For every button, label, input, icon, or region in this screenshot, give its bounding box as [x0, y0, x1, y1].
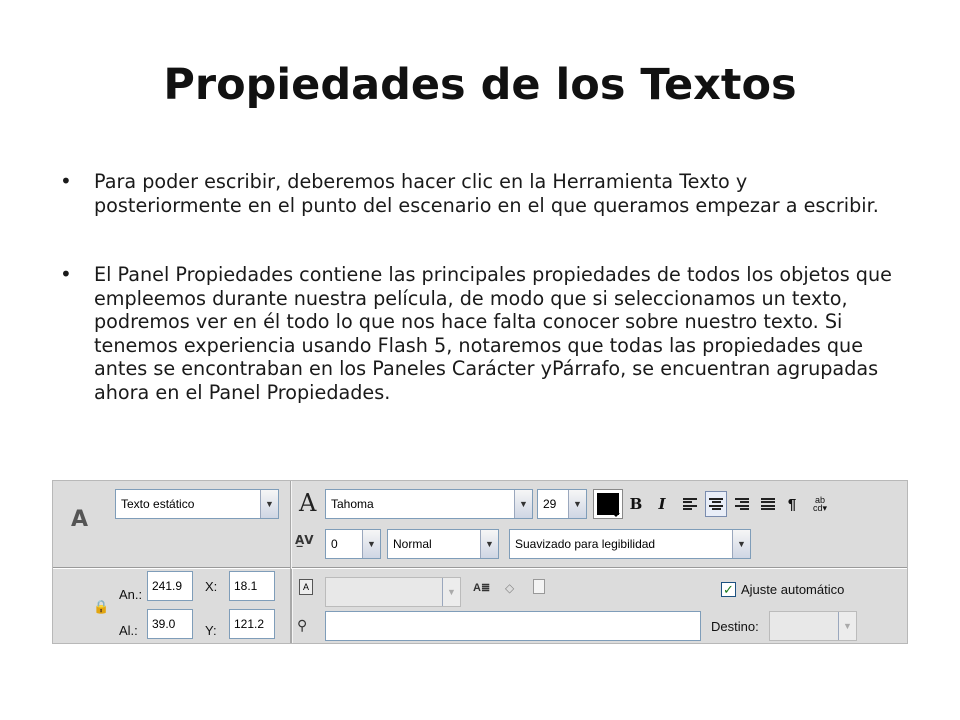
- width-label: An.:: [119, 587, 143, 602]
- chevron-down-icon[interactable]: ▼: [480, 530, 498, 558]
- text-box-icon: A: [299, 579, 313, 595]
- align-center-button[interactable]: [705, 491, 727, 517]
- font-family-value: Tahoma: [331, 497, 374, 511]
- selectable-icon[interactable]: A≣: [473, 581, 490, 594]
- y-value: 121.2: [234, 617, 265, 631]
- bullet-item: • El Panel Propiedades contiene las prin…: [58, 262, 898, 404]
- text-type-value: Texto estático: [121, 497, 195, 511]
- align-justify-icon: [761, 498, 775, 510]
- chevron-down-icon[interactable]: ▼: [260, 490, 278, 518]
- font-rendering-select[interactable]: ▼: [325, 577, 461, 607]
- bullet-marker: •: [60, 262, 72, 286]
- align-justify-button[interactable]: [757, 491, 779, 517]
- chevron-down-icon[interactable]: ▼: [514, 490, 532, 518]
- panel-divider: [291, 569, 293, 643]
- font-size-value: 29: [543, 497, 557, 511]
- bullet-marker: •: [60, 169, 72, 193]
- letter-spacing-icon: A̲V: [295, 533, 314, 547]
- height-value: 39.0: [152, 617, 176, 631]
- auto-kern-checkbox[interactable]: ✓: [721, 582, 736, 597]
- border-icon[interactable]: [533, 579, 545, 594]
- chevron-down-icon[interactable]: ▼: [732, 530, 750, 558]
- chevron-down-icon[interactable]: ▼: [568, 490, 586, 518]
- font-icon: A: [299, 489, 317, 517]
- chevron-down-icon[interactable]: ▼: [838, 612, 856, 640]
- width-input[interactable]: 241.9: [147, 571, 193, 601]
- antialias-select[interactable]: Suavizado para legibilidad ▼: [509, 529, 751, 559]
- width-value: 241.9: [152, 579, 183, 593]
- chevron-down-icon: [612, 513, 620, 517]
- font-family-select[interactable]: Tahoma ▼: [325, 489, 533, 519]
- x-value: 18.1: [234, 579, 258, 593]
- lock-icon[interactable]: 🔒: [93, 599, 109, 615]
- bold-button[interactable]: B: [625, 491, 647, 517]
- bullet-item: • Para poder escribir, deberemos hacer c…: [58, 169, 898, 217]
- letter-spacing-value: 0: [331, 537, 338, 551]
- panel-divider: [53, 567, 907, 569]
- height-input[interactable]: 39.0: [147, 609, 193, 639]
- align-center-icon: [709, 498, 723, 510]
- chevron-down-icon[interactable]: ▼: [362, 530, 380, 558]
- bullet-text: Para poder escribir, deberemos hacer cli…: [94, 170, 879, 217]
- y-input[interactable]: 121.2: [229, 609, 275, 639]
- slide-title: Propiedades de los Textos: [163, 60, 797, 110]
- html-render-icon[interactable]: ◇: [505, 581, 514, 595]
- y-label: Y:: [205, 623, 217, 638]
- bullet-list: • Para poder escribir, deberemos hacer c…: [58, 169, 898, 404]
- align-right-icon: [735, 498, 749, 510]
- position-mode-select[interactable]: Normal ▼: [387, 529, 499, 559]
- target-label: Destino:: [711, 619, 759, 634]
- text-tool-icon: A: [71, 507, 89, 532]
- align-left-icon: [683, 498, 697, 510]
- font-size-select[interactable]: 29 ▼: [537, 489, 587, 519]
- url-link-input[interactable]: [325, 611, 701, 641]
- align-left-button[interactable]: [679, 491, 701, 517]
- properties-panel: A Texto estático ▼ A Tahoma ▼ 29 ▼ B I ¶…: [52, 480, 908, 644]
- x-label: X:: [205, 579, 218, 594]
- align-right-button[interactable]: [731, 491, 753, 517]
- italic-button[interactable]: I: [651, 491, 673, 517]
- color-swatch: [597, 493, 619, 515]
- antialias-value: Suavizado para legibilidad: [515, 537, 656, 551]
- target-select[interactable]: ▼: [769, 611, 857, 641]
- auto-kern-label: Ajuste automático: [741, 582, 845, 597]
- text-color-picker[interactable]: [593, 489, 623, 519]
- text-type-select[interactable]: Texto estático ▼: [115, 489, 279, 519]
- x-input[interactable]: 18.1: [229, 571, 275, 601]
- paragraph-format-button[interactable]: ¶: [781, 491, 803, 517]
- chevron-down-icon[interactable]: ▼: [442, 578, 460, 606]
- text-direction-button[interactable]: ab cd▾: [809, 491, 831, 517]
- bullet-text: El Panel Propiedades contiene las princi…: [94, 263, 892, 404]
- position-mode-value: Normal: [393, 537, 432, 551]
- height-label: Al.:: [119, 623, 138, 638]
- text-direction-icon: cd▾: [812, 503, 828, 513]
- link-icon: ⚲: [297, 617, 308, 633]
- letter-spacing-select[interactable]: 0 ▼: [325, 529, 381, 559]
